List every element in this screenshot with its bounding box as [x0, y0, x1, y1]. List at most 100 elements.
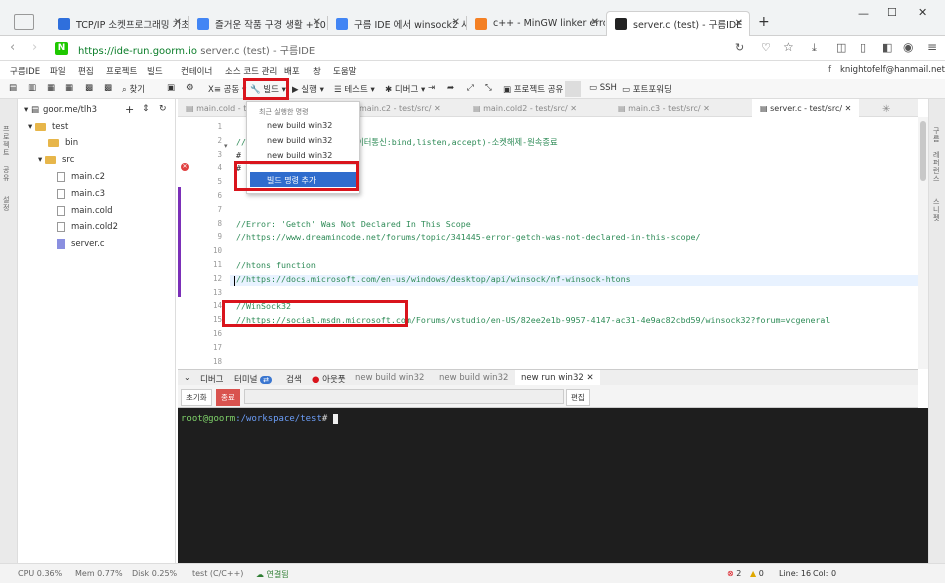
- tab-overview-icon[interactable]: [14, 14, 34, 30]
- tree-item[interactable]: bin: [48, 138, 78, 148]
- download-icon[interactable]: ⤓: [812, 41, 817, 55]
- editor-tab[interactable]: ▤ main.c3 - test/src/ ✕: [618, 104, 710, 113]
- menu-project[interactable]: 프로젝트: [106, 65, 137, 77]
- pin-icon[interactable]: ✳: [882, 104, 890, 115]
- bottom-tab-output[interactable]: ● 아웃풋: [312, 373, 346, 385]
- tree-item[interactable]: server.c: [57, 239, 105, 249]
- new-file-icon[interactable]: ▤: [9, 83, 17, 93]
- browser-tab-active[interactable]: server.c (test) - 구름IDE ✕: [606, 11, 750, 36]
- browser-tab[interactable]: 즐거운 작품 구경 생활 +10 ✕: [189, 11, 327, 36]
- menu-help[interactable]: 도움말: [333, 65, 356, 77]
- add-icon[interactable]: +: [125, 103, 134, 116]
- close-icon[interactable]: ✕: [452, 17, 460, 28]
- window-close-icon[interactable]: ✕: [918, 6, 927, 19]
- collab-button[interactable]: X≡ 공동 ▾: [208, 83, 246, 95]
- strip-tab-snippet[interactable]: 스니펫: [933, 198, 942, 222]
- url-input[interactable]: https://ide-run.goorm.io server.c (test)…: [78, 42, 315, 57]
- fold-icon[interactable]: ▾: [224, 142, 228, 150]
- close-icon[interactable]: ✕: [591, 17, 599, 28]
- browser-tab[interactable]: c++ - MinGW linker error ✕: [467, 11, 605, 36]
- refresh-icon[interactable]: ↻: [159, 104, 167, 114]
- reset-button[interactable]: 초기화: [181, 389, 212, 406]
- strip-tab-goorm[interactable]: 구름: [933, 127, 942, 143]
- bottom-tab-build[interactable]: new build win32: [439, 373, 508, 383]
- tree-item[interactable]: main.cold2: [57, 222, 118, 232]
- editor-tab-active[interactable]: ▤ server.c - test/src/ ✕: [752, 99, 860, 117]
- menu-container[interactable]: 컨테이너: [181, 65, 212, 77]
- layout-icon[interactable]: [565, 81, 581, 97]
- bottom-tab-debug[interactable]: 디버그: [200, 373, 223, 385]
- stop-button[interactable]: 종료: [216, 389, 240, 406]
- undo-icon[interactable]: ▩: [85, 83, 93, 93]
- step-icon[interactable]: ⇥: [428, 83, 435, 93]
- share-project-button[interactable]: ▣ 프로젝트 공유: [503, 83, 563, 95]
- editor-tab[interactable]: main.c2 - test/src/ ✕: [359, 104, 441, 113]
- strip-tab-share[interactable]: 공유: [3, 166, 13, 182]
- account-email[interactable]: knightofelf@hanmail.net: [840, 65, 945, 75]
- folder-icon[interactable]: ▣: [167, 83, 175, 93]
- close-icon[interactable]: ✕: [174, 17, 182, 28]
- tree-item[interactable]: main.cold: [57, 206, 113, 216]
- debug-button[interactable]: ✱ 디버그 ▾: [385, 83, 425, 95]
- fullscreen-icon[interactable]: ⤡: [485, 83, 492, 93]
- command-input[interactable]: [244, 389, 564, 404]
- pocket-icon[interactable]: ♡: [761, 41, 771, 54]
- browser-tab[interactable]: 구름 IDE 에서 winsock2 사 ✕: [328, 11, 466, 36]
- menu-build[interactable]: 빌드: [147, 65, 163, 77]
- recent-build-item[interactable]: new build win32: [267, 121, 332, 130]
- open-icon[interactable]: ▥: [28, 83, 36, 93]
- maximize-icon[interactable]: ☐: [887, 6, 897, 19]
- reload-icon[interactable]: ↻: [735, 41, 744, 54]
- account-icon[interactable]: ◉: [903, 40, 913, 54]
- tree-item[interactable]: ▾ test: [28, 122, 68, 132]
- tree-item[interactable]: main.c3: [57, 189, 105, 199]
- find-button[interactable]: ⌕ 찾기: [122, 83, 145, 95]
- strip-tab-settings[interactable]: 설정: [3, 196, 13, 212]
- back-icon[interactable]: ‹: [10, 40, 15, 55]
- menu-scm[interactable]: 소스 코드 관리: [225, 65, 277, 77]
- save-icon[interactable]: ▦: [47, 83, 55, 93]
- run-button[interactable]: ▶ 실행 ▾: [292, 83, 324, 95]
- new-tab-icon[interactable]: +: [758, 14, 770, 30]
- editor-tab[interactable]: ▤ main.cold - t: [186, 104, 246, 113]
- library-icon[interactable]: ▯: [860, 41, 866, 54]
- collapse-icon[interactable]: ⇕: [142, 104, 150, 114]
- tree-item[interactable]: main.c2: [57, 172, 105, 182]
- warning-count[interactable]: ▲ 0: [750, 569, 764, 578]
- camera-icon[interactable]: ◫: [836, 41, 846, 54]
- share-arrow-icon[interactable]: ➦: [447, 83, 454, 93]
- menu-file[interactable]: 파일: [50, 65, 66, 77]
- save-all-icon[interactable]: ▦: [65, 83, 73, 93]
- bottom-tab-terminal[interactable]: 터미널 ⇄: [234, 373, 273, 385]
- bottom-tab-run-active[interactable]: new run win32 ✕: [515, 370, 600, 386]
- recent-build-item[interactable]: new build win32: [267, 151, 332, 160]
- bookmark-star-icon[interactable]: ☆: [783, 40, 794, 54]
- expand-icon[interactable]: ⤢: [467, 83, 474, 93]
- collapse-panel-icon[interactable]: ⌄: [184, 373, 191, 382]
- recent-build-item[interactable]: new build win32: [267, 136, 332, 145]
- menu-goormide[interactable]: 구름IDE: [10, 65, 40, 77]
- editor-tab[interactable]: ▤ main.cold2 - test/src/ ✕: [473, 104, 577, 113]
- error-count[interactable]: ⊗ 2: [727, 569, 741, 578]
- browser-tab[interactable]: TCP/IP 소켓프로그래밍 기초 ✕: [50, 11, 188, 36]
- redo-icon[interactable]: ▩: [104, 83, 112, 93]
- menu-window[interactable]: 창: [313, 65, 321, 77]
- menu-deploy[interactable]: 배포: [284, 65, 300, 77]
- tree-item[interactable]: ▾ src: [38, 155, 74, 165]
- settings-icon[interactable]: ⚙: [186, 83, 194, 93]
- edit-button[interactable]: 편집: [566, 389, 590, 406]
- terminal[interactable]: root@goorm:/workspace/test#: [178, 408, 940, 563]
- close-icon[interactable]: ✕: [313, 17, 321, 28]
- close-icon[interactable]: ✕: [735, 18, 743, 29]
- forward-icon[interactable]: ›: [32, 40, 37, 55]
- strip-tab-reference[interactable]: 레퍼런스: [933, 151, 942, 183]
- menu-edit[interactable]: 편집: [78, 65, 94, 77]
- bottom-tab-build[interactable]: new build win32: [355, 373, 424, 383]
- scrollbar-thumb[interactable]: [920, 121, 926, 181]
- editor-scrollbar[interactable]: [918, 117, 928, 369]
- port-forward-button[interactable]: ▭ 포트포워딩: [622, 83, 672, 95]
- ssh-button[interactable]: ▭ SSH: [589, 83, 617, 93]
- test-button[interactable]: ☰ 테스트 ▾: [334, 83, 375, 95]
- strip-tab-project[interactable]: 프로젝트: [3, 125, 13, 157]
- minimize-icon[interactable]: —: [858, 7, 869, 20]
